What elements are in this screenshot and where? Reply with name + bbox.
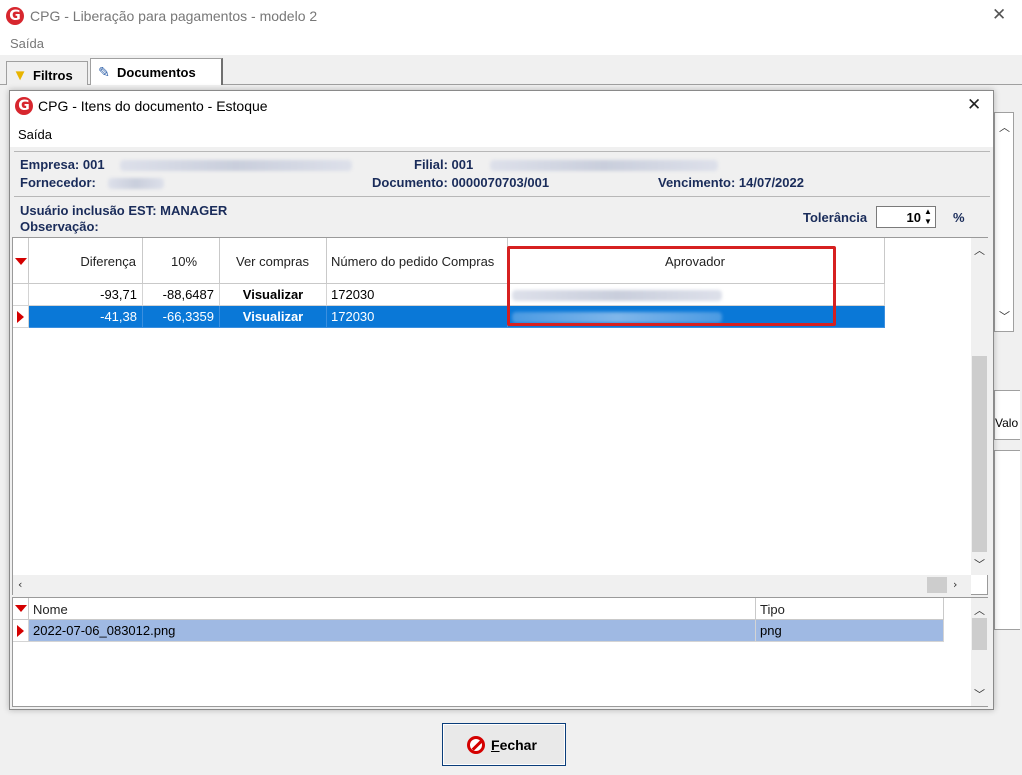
- tolerancia-percent: %: [953, 210, 965, 225]
- vertical-scrollbar[interactable]: ︿ ﹀: [971, 238, 988, 575]
- attachments-grid: Nome Tipo 2022-07-06_083012.png png ︿ ﹀: [12, 597, 988, 707]
- background-column-valor: Valo: [995, 416, 1019, 430]
- chevron-down-icon: ﹀: [999, 310, 1010, 323]
- scroll-down-icon[interactable]: ﹀: [974, 556, 985, 572]
- fornecedor-label: Fornecedor:: [20, 175, 96, 190]
- usuario-inclusao-label: Usuário inclusão EST: MANAGER: [20, 203, 228, 218]
- tab-documentos[interactable]: ✎ Documentos: [90, 58, 223, 85]
- spin-down-icon[interactable]: ▼: [921, 217, 935, 227]
- tab-documentos-label: Documentos: [117, 65, 196, 80]
- info-top-divider: [14, 151, 990, 152]
- dialog-logo-icon: G: [15, 97, 33, 115]
- tolerancia-stepper[interactable]: 10 ▲ ▼: [876, 206, 936, 228]
- dialog-title: CPG - Itens do documento - Estoque: [38, 98, 268, 114]
- row-indicator: [13, 306, 29, 328]
- scroll-up-icon[interactable]: ︿: [974, 242, 985, 258]
- fornecedor-code-redacted: [108, 178, 164, 189]
- background-panel-edge: ︿ ﹀ Valo: [994, 90, 1022, 710]
- scroll-thumb[interactable]: [972, 356, 987, 552]
- chevron-up-icon: ︿: [999, 121, 1010, 134]
- row-indicator: [13, 620, 29, 642]
- visualizar-button[interactable]: Visualizar: [220, 284, 327, 306]
- main-close-icon[interactable]: ✕: [992, 5, 1006, 25]
- sort-indicator-icon: [15, 258, 27, 265]
- items-grid: Diferença 10% Ver compras Número do pedi…: [12, 237, 988, 595]
- empresa-name-redacted: [120, 160, 352, 171]
- cell-diferenca: -41,38: [29, 306, 143, 328]
- cell-numero-pedido: 172030: [327, 284, 508, 306]
- cell-diferenca: -93,71: [29, 284, 143, 306]
- cell-10pct: -66,3359: [143, 306, 220, 328]
- empresa-label: Empresa: 001: [20, 157, 105, 172]
- main-tab-bar: ▼ Filtros ✎ Documentos: [0, 55, 1022, 85]
- filial-label: Filial: 001: [414, 157, 474, 172]
- main-menu-saida[interactable]: Saída: [10, 36, 44, 51]
- scroll-thumb[interactable]: [972, 618, 987, 650]
- filial-name-redacted: [490, 160, 718, 171]
- background-grid-body: [994, 450, 1020, 630]
- scroll-left-icon[interactable]: ‹: [18, 578, 22, 591]
- documento-label: Documento: 0000070703/001: [372, 175, 550, 190]
- vertical-scrollbar[interactable]: ︿ ﹀: [971, 598, 988, 706]
- tab-filtros-label: Filtros: [33, 68, 73, 83]
- scroll-right-icon[interactable]: ›: [953, 578, 957, 591]
- dialog-close-icon[interactable]: ✕: [967, 95, 981, 115]
- cancel-icon: [467, 736, 485, 754]
- main-window-title: CPG - Liberação para pagamentos - modelo…: [30, 8, 318, 24]
- dialog-title-bar: G CPG - Itens do documento - Estoque ✕: [10, 91, 993, 121]
- main-menu-bar: Saída: [0, 33, 1022, 55]
- vencimento-label: Vencimento: 14/07/2022: [658, 175, 804, 190]
- scroll-down-icon[interactable]: ﹀: [974, 686, 985, 702]
- table-row-selected[interactable]: 2022-07-06_083012.png png: [13, 620, 944, 642]
- column-header-10pct[interactable]: 10%: [143, 238, 220, 284]
- hscroll-thumb[interactable]: [927, 577, 947, 593]
- sort-indicator-icon: [15, 605, 27, 612]
- row-indicator: [13, 284, 29, 306]
- visualizar-button[interactable]: Visualizar: [220, 306, 327, 328]
- current-row-icon: [17, 311, 24, 323]
- background-grid-header: Valo: [994, 390, 1020, 440]
- grid-indicator-header: [13, 598, 29, 620]
- cell-tipo: png: [756, 620, 944, 642]
- cell-numero-pedido: 172030: [327, 306, 508, 328]
- main-title-bar: G CPG - Liberação para pagamentos - mode…: [0, 0, 1022, 33]
- filter-icon: ▼: [12, 67, 28, 84]
- background-panel: ︿ ﹀: [994, 112, 1014, 332]
- tolerancia-value[interactable]: 10: [877, 210, 921, 225]
- fechar-button[interactable]: Fechar: [442, 723, 566, 766]
- cell-nome: 2022-07-06_083012.png: [29, 620, 756, 642]
- column-header-diferenca[interactable]: Diferença: [29, 238, 143, 284]
- column-header-ver-compras[interactable]: Ver compras: [220, 238, 327, 284]
- observacao-label: Observação:: [20, 219, 99, 234]
- column-header-tipo[interactable]: Tipo: [756, 598, 944, 620]
- tab-filtros[interactable]: ▼ Filtros: [6, 61, 88, 85]
- spin-up-icon[interactable]: ▲: [921, 207, 935, 217]
- column-header-numero-pedido[interactable]: Número do pedido Compras: [327, 238, 508, 284]
- fechar-button-label: Fechar: [491, 737, 537, 753]
- dialog-menu-saida[interactable]: Saída: [18, 127, 52, 142]
- current-row-icon: [17, 625, 24, 637]
- tolerancia-label: Tolerância: [803, 210, 868, 225]
- cell-10pct: -88,6487: [143, 284, 220, 306]
- column-header-nome[interactable]: Nome: [29, 598, 756, 620]
- grid-indicator-header: [13, 238, 29, 284]
- document-edit-icon: ✎: [98, 64, 110, 80]
- app-logo-icon: G: [6, 7, 24, 25]
- scroll-up-icon[interactable]: ︿: [974, 602, 985, 618]
- aprovador-highlight-box: [507, 246, 836, 326]
- horizontal-scrollbar[interactable]: ‹ ›: [13, 575, 971, 595]
- dialog-menu-bar: Saída: [10, 121, 993, 147]
- info-mid-divider: [14, 196, 990, 197]
